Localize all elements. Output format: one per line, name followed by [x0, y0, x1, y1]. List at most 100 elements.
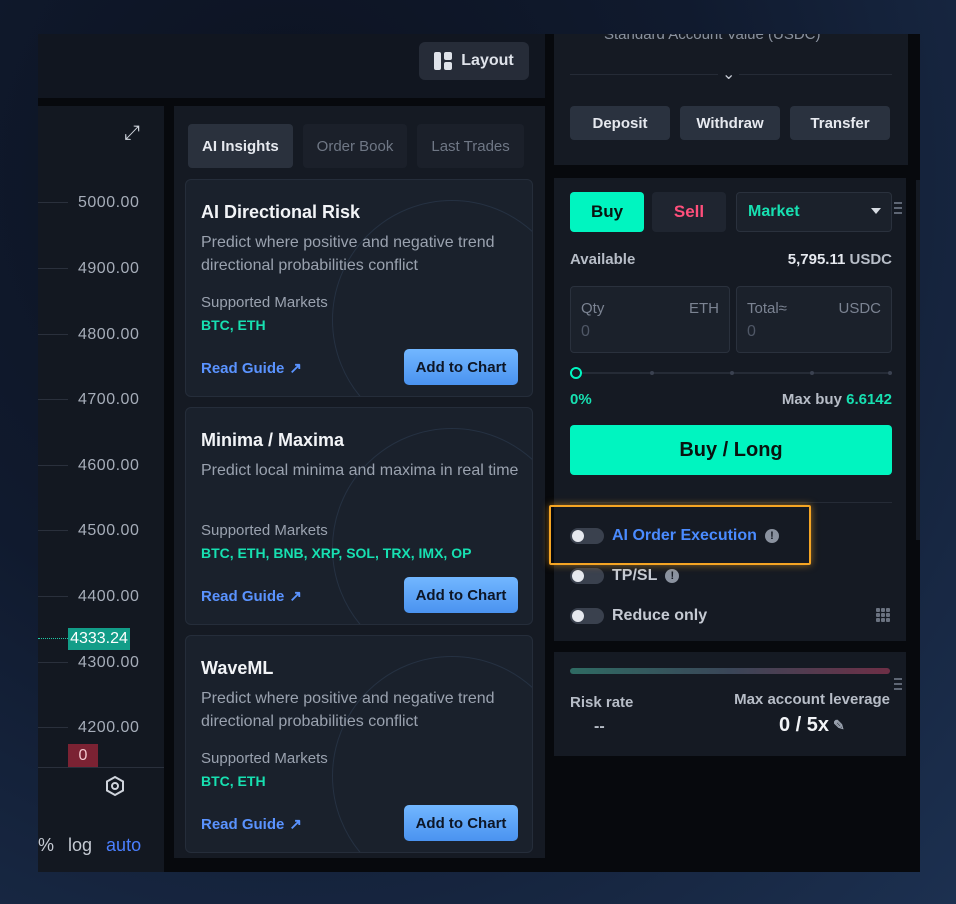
info-icon[interactable]: ! — [665, 569, 680, 583]
order-divider — [570, 502, 892, 503]
risk-panel: Risk rate -- Max account leverage 0 / 5x… — [554, 652, 906, 756]
max-leverage[interactable]: 0 / 5x ✎ — [779, 714, 845, 737]
chart-divider — [38, 767, 164, 768]
read-guide-link[interactable]: Read Guide ↗ — [201, 587, 302, 606]
chevron-down-icon — [871, 208, 881, 214]
tpsl-label[interactable]: TP/SL — [612, 567, 657, 585]
axis-tick — [38, 662, 68, 663]
qty-unit: ETH — [689, 300, 719, 317]
axis-tick — [38, 268, 68, 269]
top-bar: Layout — [38, 34, 545, 98]
total-unit: USDC — [838, 300, 881, 317]
edit-icon[interactable]: ✎ — [833, 717, 845, 734]
layout-button[interactable]: Layout — [419, 42, 529, 80]
drag-handle-icon[interactable] — [894, 678, 904, 692]
account-value-title: Standard Account Value (USDC) — [604, 34, 821, 43]
insight-card: Minima / Maxima Predict local minima and… — [185, 407, 533, 625]
amount-slider[interactable] — [570, 367, 892, 379]
slider-percent: 0% — [570, 391, 592, 408]
total-label: Total≈ — [747, 300, 787, 317]
current-price-line — [38, 638, 68, 639]
axis-tick — [38, 334, 68, 335]
withdraw-button[interactable]: Withdraw — [680, 106, 780, 140]
chart-scale-controls: % log auto — [38, 818, 164, 872]
external-link-icon: ↗ — [289, 588, 302, 605]
max-buy-label: Max buy — [781, 391, 842, 408]
price-axis-label: 4800.00 — [78, 326, 140, 343]
price-axis-label: 5000.00 — [78, 194, 140, 211]
sell-tab[interactable]: Sell — [652, 192, 726, 232]
supported-markets-value: BTC, ETH, BNB, XRP, SOL, TRX, IMX, OP — [201, 545, 472, 561]
axis-tick — [38, 596, 68, 597]
price-axis-label: 4900.00 — [78, 260, 140, 277]
qty-field[interactable]: Qty ETH 0 — [570, 286, 730, 353]
slider-step — [650, 371, 654, 375]
supported-markets-value: BTC, ETH — [201, 773, 266, 789]
tab-last-trades[interactable]: Last Trades — [417, 124, 524, 168]
expand-icon[interactable]: ⤢ — [124, 122, 146, 144]
app-frame: Layout ⤢ 5000.00 4900.00 4800.00 4700.00… — [38, 34, 920, 872]
reduce-only-toggle-row: Reduce only — [570, 607, 707, 625]
card-title: Minima / Maxima — [201, 430, 345, 450]
order-form: Buy Sell Market Available 5,795.11 USDC … — [554, 178, 906, 641]
volume-tag: 0 — [68, 744, 98, 768]
price-axis-label: 4600.00 — [78, 457, 140, 474]
read-guide-link[interactable]: Read Guide ↗ — [201, 359, 302, 378]
tab-order-book[interactable]: Order Book — [302, 124, 408, 168]
buy-tab[interactable]: Buy — [570, 192, 644, 232]
max-leverage-value: 0 / 5x — [779, 714, 830, 736]
add-to-chart-button[interactable]: Add to Chart — [404, 577, 518, 613]
qty-label: Qty — [581, 300, 605, 317]
axis-tick — [38, 727, 68, 728]
price-axis-label: 4700.00 — [78, 391, 140, 408]
grid-icon[interactable] — [876, 608, 890, 622]
layout-label: Layout — [461, 52, 514, 69]
scrollbar[interactable] — [916, 180, 920, 540]
tpsl-toggle[interactable] — [570, 568, 604, 584]
slider-handle[interactable] — [570, 367, 582, 379]
chevron-down-icon[interactable]: ⌄ — [718, 64, 740, 84]
total-value: 0 — [747, 323, 756, 340]
read-guide-label: Read Guide — [201, 587, 285, 605]
price-chart[interactable]: ⤢ 5000.00 4900.00 4800.00 4700.00 4600.0… — [38, 106, 164, 872]
insight-card: WaveML Predict where positive and negati… — [185, 635, 533, 853]
tab-ai-insights[interactable]: AI Insights — [188, 124, 293, 168]
external-link-icon: ↗ — [289, 360, 302, 377]
reduce-only-label[interactable]: Reduce only — [612, 607, 707, 625]
max-leverage-label: Max account leverage — [734, 691, 890, 708]
total-field[interactable]: Total≈ USDC 0 — [736, 286, 892, 353]
risk-rate-label: Risk rate — [570, 694, 634, 711]
add-to-chart-button[interactable]: Add to Chart — [404, 349, 518, 385]
card-description: Predict where positive and negative tren… — [201, 234, 495, 274]
tpsl-toggle-row: TP/SL ! — [570, 567, 680, 585]
supported-markets-value: BTC, ETH — [201, 317, 266, 333]
slider-step — [810, 371, 814, 375]
max-buy: Max buy 6.6142 — [782, 391, 892, 408]
insight-card: AI Directional Risk Predict where positi… — [185, 179, 533, 397]
settings-icon[interactable] — [104, 775, 126, 797]
order-type-value: Market — [748, 203, 800, 220]
read-guide-link[interactable]: Read Guide ↗ — [201, 815, 302, 834]
supported-markets-label: Supported Markets — [201, 294, 328, 311]
read-guide-label: Read Guide — [201, 359, 285, 377]
reduce-only-toggle[interactable] — [570, 608, 604, 624]
add-to-chart-button[interactable]: Add to Chart — [404, 805, 518, 841]
highlight-box — [549, 505, 811, 565]
price-axis-label: 4400.00 — [78, 588, 140, 605]
slider-step — [888, 371, 892, 375]
transfer-button[interactable]: Transfer — [790, 106, 890, 140]
order-type-select[interactable]: Market — [736, 192, 892, 232]
auto-scale-toggle[interactable]: auto — [106, 835, 141, 856]
buy-long-button[interactable]: Buy / Long — [570, 425, 892, 475]
axis-tick — [38, 399, 68, 400]
supported-markets-label: Supported Markets — [201, 522, 328, 539]
max-buy-value: 6.6142 — [846, 391, 892, 408]
price-axis-label: 4300.00 — [78, 654, 140, 671]
log-scale-toggle[interactable]: log — [68, 835, 92, 856]
deposit-button[interactable]: Deposit — [570, 106, 670, 140]
card-title: WaveML — [201, 658, 274, 678]
slider-track — [576, 372, 892, 374]
slider-step — [730, 371, 734, 375]
percent-scale-toggle[interactable]: % — [38, 835, 54, 856]
drag-handle-icon[interactable] — [894, 202, 904, 216]
